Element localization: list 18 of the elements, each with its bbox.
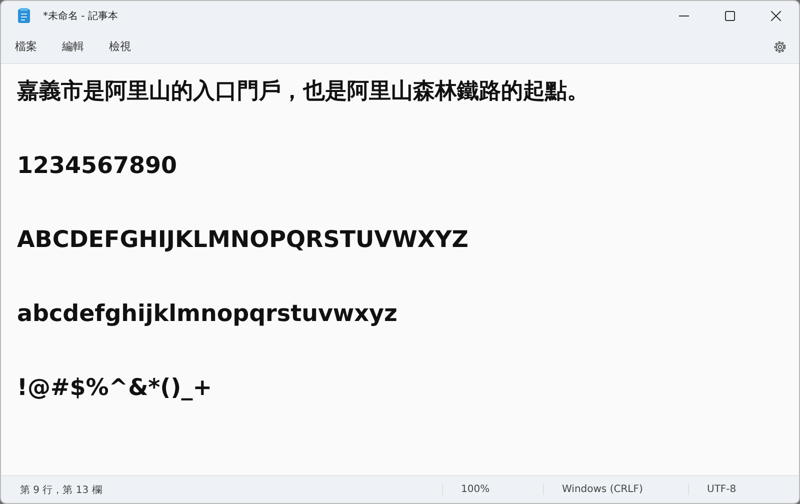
text-editor[interactable]: 嘉義市是阿里山的入口門戶，也是阿里山森林鐵路的起點。 1234567890 ABCDEFGHIJKLMNOPQRSTUVWXYZ abcdefghijklmnopqrstuvwxyz !@#$%^&*()_+ — [1, 64, 799, 475]
menu-item[interactable]: 編輯 — [53, 35, 93, 58]
close-icon — [771, 10, 781, 20]
menu-item[interactable]: 檢視 — [100, 35, 140, 58]
text-line: !@#$%^&*()_+ — [17, 374, 213, 403]
text-line: 嘉義市是阿里山的入口門戶，也是阿里山森林鐵路的起點。 — [17, 78, 590, 106]
text-line: ABCDEFGHIJKLMNOPQRSTUVWXYZ — [17, 226, 470, 255]
window-title: *未命名 - 記事本 — [43, 10, 118, 22]
zoom-level: 100% — [442, 484, 543, 495]
line-ending: Windows (CRLF) — [543, 484, 688, 495]
menu-item[interactable]: 檔案 — [6, 35, 46, 58]
maximize-icon — [725, 10, 735, 20]
notepad-icon — [18, 8, 30, 23]
encoding: UTF-8 — [688, 484, 799, 495]
cursor-position: 第 9 行，第 13 欄 — [19, 484, 103, 496]
text-line: 1234567890 — [17, 152, 178, 181]
settings-icon[interactable] — [773, 40, 787, 54]
text-line: abcdefghijklmnopqrstuvwxyz — [17, 300, 398, 329]
